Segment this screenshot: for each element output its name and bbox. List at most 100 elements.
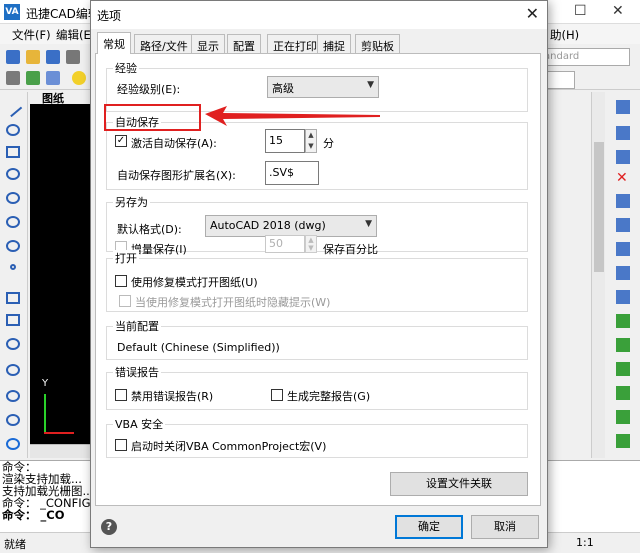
ok-button[interactable]: 确定 [395, 515, 463, 539]
save-icon[interactable] [46, 50, 60, 64]
file-association-button[interactable]: 设置文件关联 [390, 472, 528, 496]
default-format-select[interactable]: AutoCAD 2018 (dwg) ▼ [205, 215, 377, 237]
bulb-icon[interactable] [72, 71, 86, 85]
profile-group: 当前配置 Default (Chinese (Simplified)) [106, 318, 528, 360]
options-dialog: 选项 ✕ 常规 路径/文件 显示 配置 正在打印 捕捉 剪贴板 经验 经验级别(… [90, 0, 548, 548]
profile-group-title: 当前配置 [113, 318, 161, 334]
copy-icon[interactable] [616, 126, 630, 140]
erase-icon[interactable] [616, 100, 630, 114]
scale-indicator[interactable]: 1:1 [576, 536, 594, 549]
extend-icon[interactable] [616, 362, 630, 376]
drawing-canvas[interactable]: Y [30, 104, 92, 444]
arc-icon[interactable] [6, 168, 20, 180]
tab-snap[interactable]: 捕捉 [317, 34, 351, 54]
dialog-titlebar: 选项 ✕ [91, 1, 547, 29]
tab-general[interactable]: 常规 [97, 32, 131, 54]
tab-printing[interactable]: 正在打印 [267, 34, 323, 54]
experience-level-select[interactable]: 高级 ▼ [267, 76, 379, 98]
help-icon[interactable]: ? [101, 519, 117, 535]
tab-paths-files[interactable]: 路径/文件 [134, 34, 194, 54]
ucs-x-axis [44, 432, 74, 434]
error-report-group-title: 错误报告 [113, 364, 161, 380]
line-icon[interactable] [3, 98, 23, 118]
chamfer-icon[interactable] [616, 410, 630, 424]
point-icon[interactable] [10, 264, 16, 270]
cancel-button[interactable]: 取消 [471, 515, 539, 539]
refresh-icon[interactable] [6, 438, 20, 450]
default-format-value: AutoCAD 2018 (dwg) [210, 219, 326, 232]
mirror-icon[interactable] [616, 150, 630, 164]
menu-file[interactable]: 文件(F) [12, 27, 51, 43]
layer-props-icon[interactable] [46, 71, 60, 85]
open-folder-icon[interactable] [26, 50, 40, 64]
stretch-icon[interactable] [616, 314, 630, 328]
delete-x-icon[interactable]: ✕ [616, 170, 630, 186]
repair-mode-label: 使用修复模式打开图纸(U) [131, 276, 258, 289]
error-report-group: 错误报告 禁用错误报告(R) 生成完整报告(G) [106, 364, 528, 410]
maximize-icon[interactable]: ☐ [574, 3, 587, 19]
saveas-group: 另存为 默认格式(D): AutoCAD 2018 (dwg) ▼ 增量保存(I… [106, 194, 528, 256]
full-report-checkbox[interactable] [271, 389, 283, 401]
rotate-icon[interactable] [616, 266, 630, 280]
app-logo: VA [4, 4, 20, 20]
text-style-combo[interactable]: andard [540, 48, 630, 66]
dim-style-combo[interactable] [545, 71, 575, 89]
offset-icon[interactable] [616, 194, 630, 208]
open-group-title: 打开 [113, 250, 139, 266]
spline-icon[interactable] [6, 216, 20, 228]
interval-spinner[interactable]: ▲ ▼ [305, 129, 317, 153]
vba-close-checkbox[interactable] [115, 439, 127, 451]
close-icon[interactable]: ✕ [612, 3, 624, 19]
disable-error-report-checkbox[interactable] [115, 389, 127, 401]
new-file-icon[interactable] [6, 50, 20, 64]
move-icon[interactable] [616, 242, 630, 256]
repair-mode-checkbox[interactable] [115, 275, 127, 287]
break-icon[interactable] [616, 386, 630, 400]
vba-group: VBA 安全 启动时关闭VBA CommonProject宏(V) [106, 416, 528, 458]
experience-group-title: 经验 [113, 60, 139, 76]
array-icon[interactable] [616, 218, 630, 232]
experience-level-value: 高级 [272, 82, 294, 95]
autosave-interval-input[interactable]: 15 [265, 129, 305, 153]
vertical-scrollbar[interactable] [591, 92, 605, 458]
chevron-down-icon: ▼ [365, 219, 372, 229]
print-icon[interactable] [66, 50, 80, 64]
donut-icon[interactable] [6, 390, 20, 402]
circle-icon[interactable] [6, 192, 20, 204]
tab-clipboard[interactable]: 剪贴板 [355, 34, 400, 54]
block-icon[interactable] [6, 414, 20, 426]
hide-repair-prompt-checkbox[interactable] [119, 295, 131, 307]
disable-error-report-label: 禁用错误报告(R) [131, 390, 214, 403]
region-icon[interactable] [6, 338, 20, 350]
incremental-save-label: 增量保存(I) [131, 243, 187, 256]
layout-tabs-scrollbar[interactable] [30, 444, 92, 458]
polyline-icon[interactable] [6, 124, 20, 136]
rectangle-icon[interactable] [6, 292, 20, 304]
ellipse-icon[interactable] [6, 240, 20, 252]
polygon-icon[interactable] [6, 146, 20, 158]
saveas-group-title: 另存为 [113, 194, 150, 210]
revcloud-icon[interactable] [6, 364, 20, 376]
autosave-checkbox[interactable]: ✓ [115, 135, 127, 147]
autosave-ext-input[interactable]: .SV$ [265, 161, 319, 185]
tab-display[interactable]: 显示 [191, 34, 225, 54]
highlight-box [104, 104, 201, 131]
trim-icon[interactable] [616, 338, 630, 352]
layer-state-icon[interactable] [26, 71, 40, 85]
menu-help[interactable]: 助(H) [550, 27, 579, 43]
dialog-close-icon[interactable]: ✕ [526, 4, 539, 23]
scrollbar-thumb[interactable] [594, 142, 604, 272]
layer-icon[interactable] [6, 71, 20, 85]
autosave-unit: 分 [323, 137, 334, 150]
document-tab[interactable]: 图纸1.dw [42, 90, 92, 119]
red-arrow-icon [205, 106, 380, 126]
hatch-icon[interactable] [6, 314, 20, 326]
default-format-label: 默认格式(D): [117, 223, 182, 236]
open-group: 打开 使用修复模式打开图纸(U) 当使用修复模式打开图纸时隐藏提示(W) [106, 250, 528, 312]
experience-level-label: 经验级别(E): [117, 83, 181, 96]
tab-profile[interactable]: 配置 [227, 34, 261, 54]
fillet-icon[interactable] [616, 434, 630, 448]
scale-icon[interactable] [616, 290, 630, 304]
percent-spinner[interactable]: ▲ ▼ [305, 235, 317, 253]
save-percent-input[interactable]: 50 [265, 235, 305, 253]
